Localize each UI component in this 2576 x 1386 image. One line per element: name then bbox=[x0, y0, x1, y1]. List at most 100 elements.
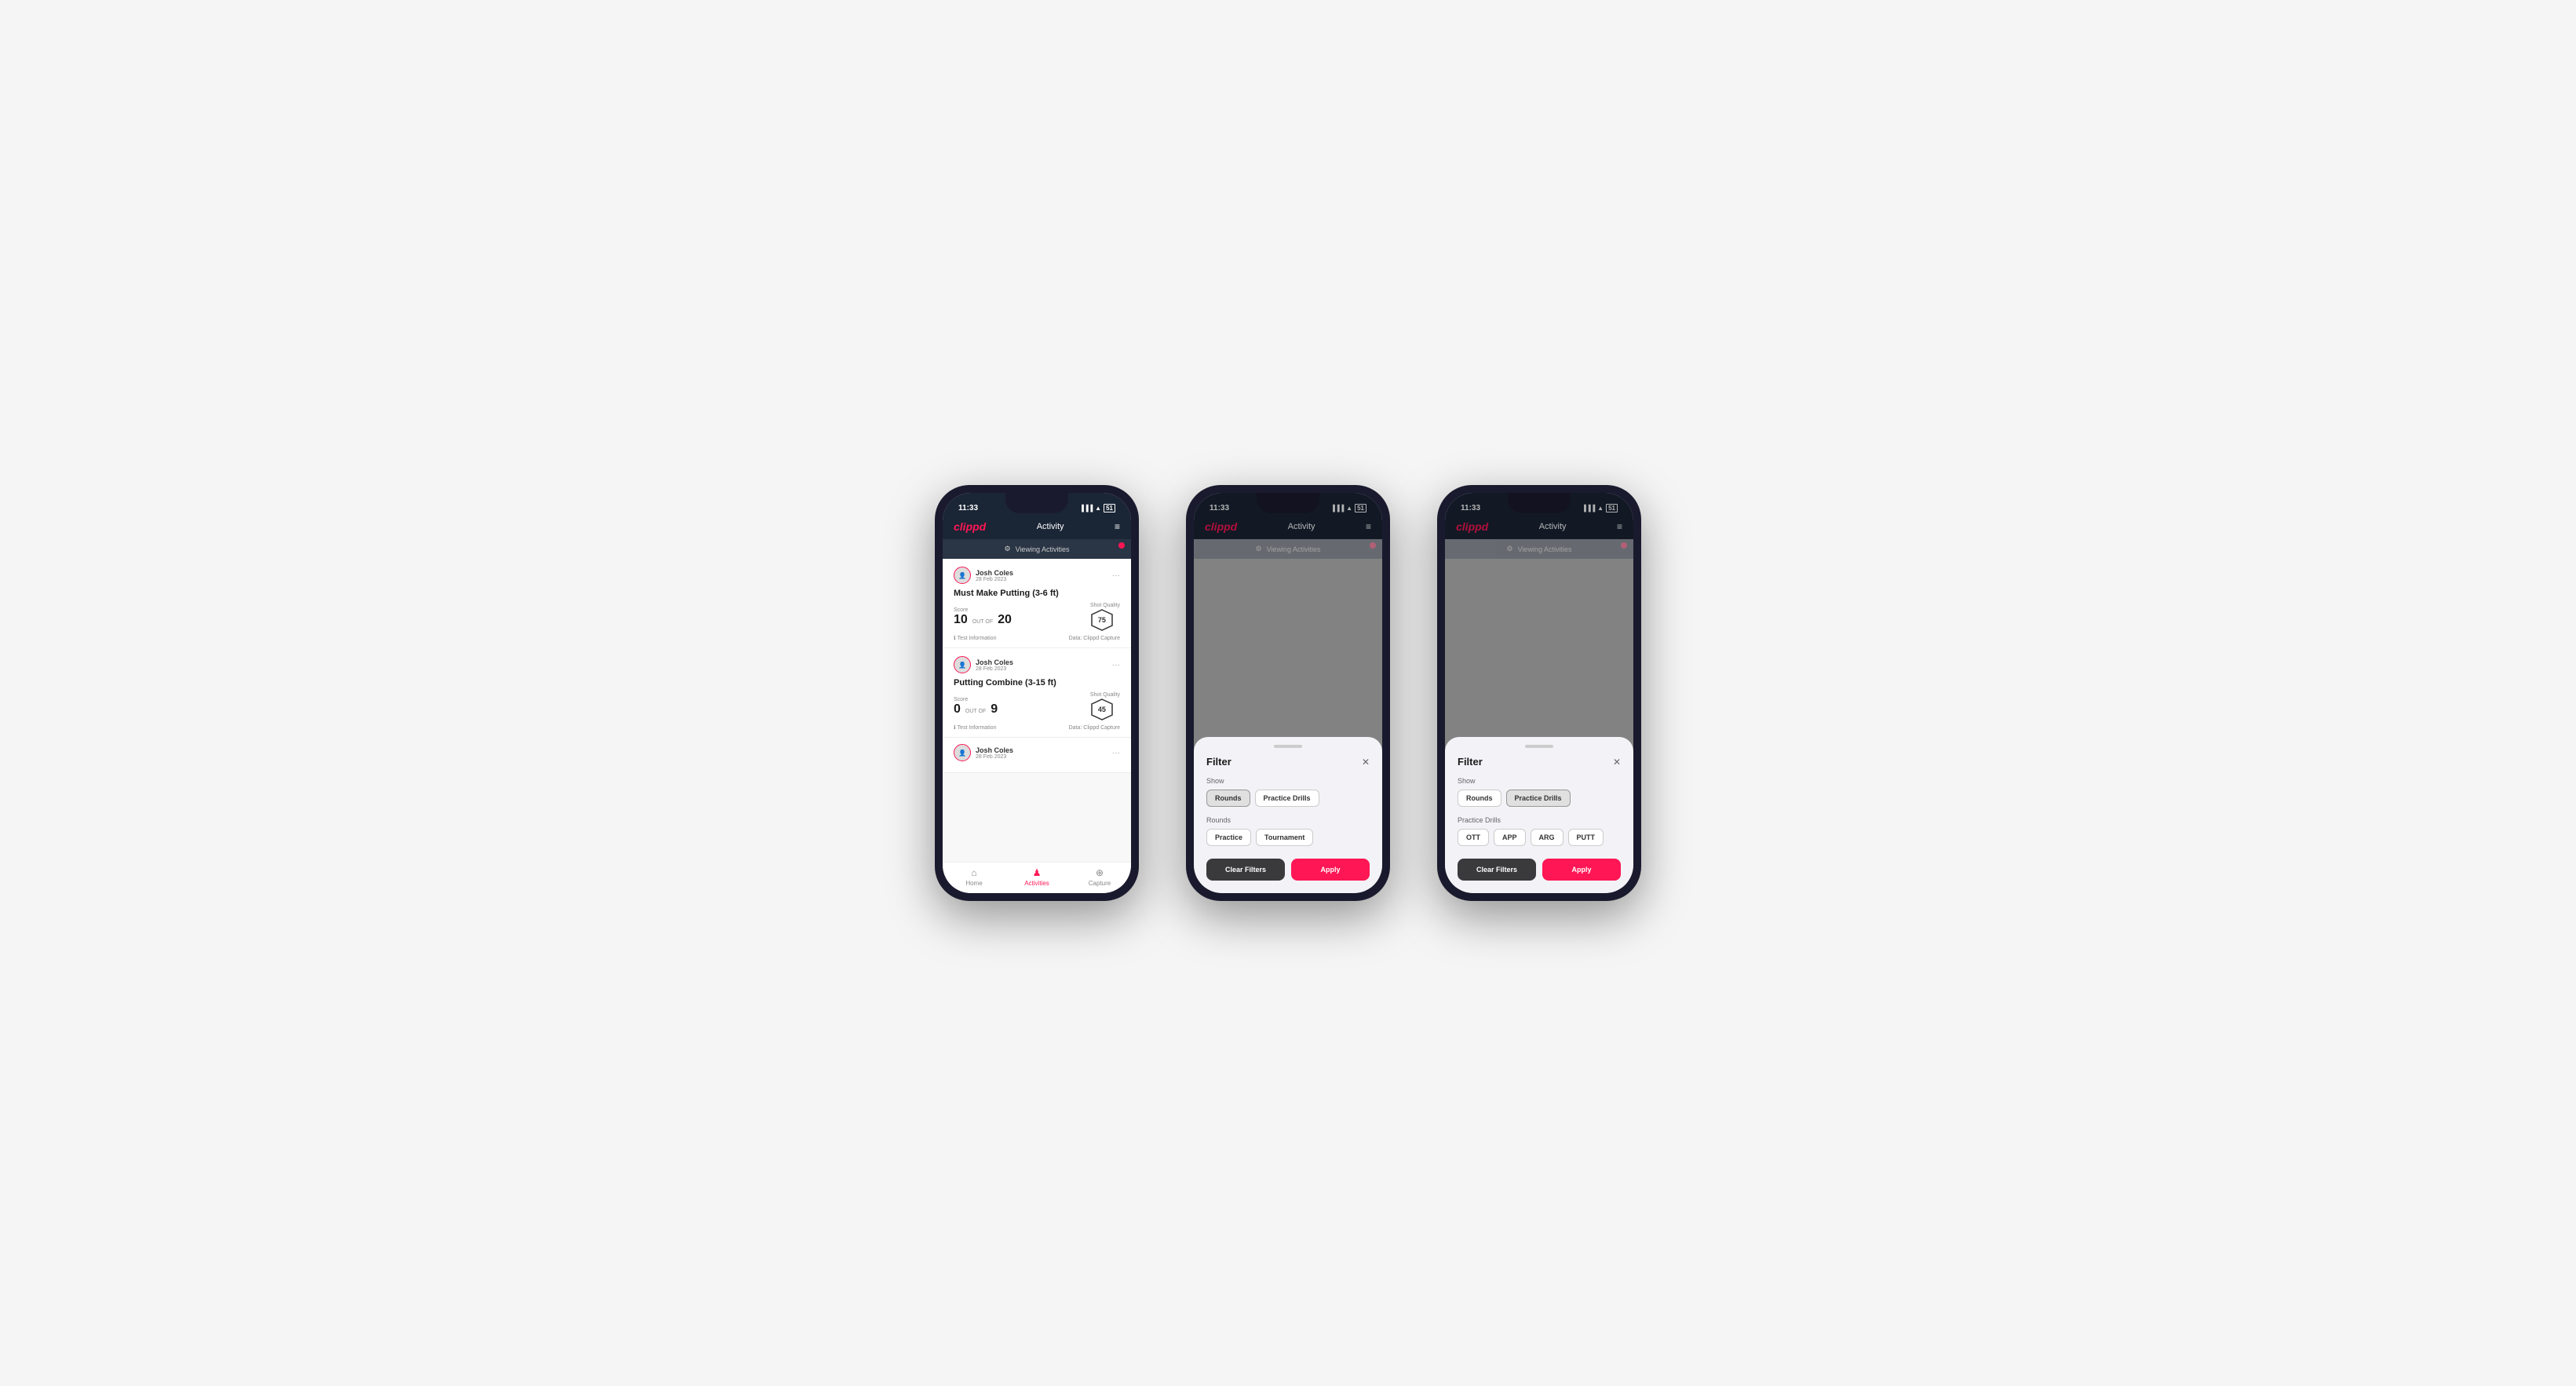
app-header-1: clippd Activity ≡ bbox=[943, 516, 1131, 539]
quality-label-2: Shot Quality bbox=[1090, 692, 1120, 698]
rounds-label-2: Rounds bbox=[1206, 816, 1370, 824]
user-info-2: 👤 Josh Coles 28 Feb 2023 bbox=[954, 656, 1013, 673]
activities-label-1: Activities bbox=[1024, 880, 1049, 887]
filter-title-3: Filter bbox=[1458, 756, 1483, 768]
user-info-1: 👤 Josh Coles 28 Feb 2023 bbox=[954, 567, 1013, 584]
tournament-btn-2[interactable]: Tournament bbox=[1256, 829, 1313, 846]
activity-card-1: 👤 Josh Coles 28 Feb 2023 ··· Must Make P… bbox=[943, 559, 1131, 648]
phone-3: 11:33 ▐▐▐ ▲ 51 clippd Activity ≡ ⚙ Viewi… bbox=[1437, 485, 1641, 901]
avatar-2: 👤 bbox=[954, 656, 971, 673]
close-filter-3[interactable]: ✕ bbox=[1613, 757, 1621, 768]
home-label-1: Home bbox=[965, 880, 982, 887]
clear-filters-btn-3[interactable]: Clear Filters bbox=[1458, 859, 1536, 881]
user-date-2: 28 Feb 2023 bbox=[976, 666, 1013, 672]
nav-home-1[interactable]: ⌂ Home bbox=[943, 867, 1005, 887]
drills-buttons-3: OTT APP ARG PUTT bbox=[1458, 829, 1621, 846]
user-name-1: Josh Coles bbox=[976, 569, 1013, 577]
show-label-2: Show bbox=[1206, 777, 1370, 785]
status-icons-1: ▐▐▐ ▲ 51 bbox=[1079, 504, 1115, 512]
apply-btn-3[interactable]: Apply bbox=[1542, 859, 1621, 881]
sheet-actions-3: Clear Filters Apply bbox=[1458, 859, 1621, 881]
content-1: 👤 Josh Coles 28 Feb 2023 ··· Must Make P… bbox=[943, 559, 1131, 862]
viewing-bar-1[interactable]: ⚙ Viewing Activities bbox=[943, 539, 1131, 559]
viewing-label-1: Viewing Activities bbox=[1016, 545, 1070, 553]
show-label-3: Show bbox=[1458, 777, 1621, 785]
activity-card-3-partial: 👤 Josh Coles 28 Feb 2023 ··· bbox=[943, 738, 1131, 773]
close-filter-2[interactable]: ✕ bbox=[1362, 757, 1370, 768]
logo-1: clippd bbox=[954, 520, 986, 533]
score-label-1: Score bbox=[954, 607, 1012, 613]
status-bar-1: 11:33 ▐▐▐ ▲ 51 bbox=[943, 493, 1131, 516]
activity-title-1: Must Make Putting (3-6 ft) bbox=[954, 589, 1120, 598]
more-icon-1[interactable]: ··· bbox=[1112, 571, 1120, 580]
clear-filters-btn-2[interactable]: Clear Filters bbox=[1206, 859, 1285, 881]
home-icon-1: ⌂ bbox=[971, 867, 976, 878]
filter-overlay-2: Filter ✕ Show Rounds Practice Drills Rou… bbox=[1194, 493, 1382, 893]
user-date-1: 28 Feb 2023 bbox=[976, 577, 1013, 582]
sheet-actions-2: Clear Filters Apply bbox=[1206, 859, 1370, 881]
sheet-header-3: Filter ✕ bbox=[1458, 756, 1621, 768]
more-icon-3[interactable]: ··· bbox=[1112, 749, 1120, 757]
show-buttons-2: Rounds Practice Drills bbox=[1206, 790, 1370, 807]
quality-label-1: Shot Quality bbox=[1090, 603, 1120, 608]
wifi-icon: ▲ bbox=[1095, 505, 1101, 512]
user-date-3: 28 Feb 2023 bbox=[976, 754, 1013, 760]
outof-value-1: 20 bbox=[998, 613, 1012, 627]
practice-drills-label-3: Practice Drills bbox=[1458, 816, 1621, 824]
putt-btn-3[interactable]: PUTT bbox=[1568, 829, 1604, 846]
app-btn-3[interactable]: APP bbox=[1494, 829, 1526, 846]
score-label-2: Score bbox=[954, 697, 998, 702]
more-icon-2[interactable]: ··· bbox=[1112, 661, 1120, 669]
sheet-header-2: Filter ✕ bbox=[1206, 756, 1370, 768]
filter-sheet-3: Filter ✕ Show Rounds Practice Drills Pra… bbox=[1445, 737, 1633, 893]
signal-icon: ▐▐▐ bbox=[1079, 505, 1093, 512]
avatar-3: 👤 bbox=[954, 744, 971, 761]
outof-value-2: 9 bbox=[991, 702, 998, 717]
user-name-3: Josh Coles bbox=[976, 746, 1013, 754]
filter-icon-1: ⚙ bbox=[1005, 545, 1011, 553]
rounds-show-btn-3[interactable]: Rounds bbox=[1458, 790, 1501, 807]
avatar-1: 👤 bbox=[954, 567, 971, 584]
test-info-2: ℹ Test Information bbox=[954, 724, 996, 731]
scene: 11:33 ▐▐▐ ▲ 51 clippd Activity ≡ ⚙ Viewi… bbox=[888, 438, 1688, 948]
activity-title-2: Putting Combine (3-15 ft) bbox=[954, 678, 1120, 688]
show-buttons-3: Rounds Practice Drills bbox=[1458, 790, 1621, 807]
score-value-1: 10 bbox=[954, 613, 968, 627]
data-source-1: Data: Clippd Capture bbox=[1069, 636, 1120, 641]
quality-badge-1: 75 bbox=[1090, 608, 1114, 632]
ott-btn-3[interactable]: OTT bbox=[1458, 829, 1489, 846]
capture-icon-1: ⊕ bbox=[1096, 867, 1104, 878]
header-title-1: Activity bbox=[1037, 522, 1064, 531]
filter-overlay-3: Filter ✕ Show Rounds Practice Drills Pra… bbox=[1445, 493, 1633, 893]
data-source-2: Data: Clippd Capture bbox=[1069, 725, 1120, 731]
quality-badge-2: 45 bbox=[1090, 698, 1114, 721]
notification-dot-1 bbox=[1118, 542, 1125, 549]
filter-sheet-2: Filter ✕ Show Rounds Practice Drills Rou… bbox=[1194, 737, 1382, 893]
rounds-show-btn-2[interactable]: Rounds bbox=[1206, 790, 1250, 807]
phone-1: 11:33 ▐▐▐ ▲ 51 clippd Activity ≡ ⚙ Viewi… bbox=[935, 485, 1139, 901]
battery-icon: 51 bbox=[1104, 504, 1115, 512]
score-value-2: 0 bbox=[954, 702, 961, 717]
nav-activities-1[interactable]: ♟ Activities bbox=[1005, 867, 1068, 887]
practice-drills-show-btn-3[interactable]: Practice Drills bbox=[1506, 790, 1571, 807]
rounds-buttons-2: Practice Tournament bbox=[1206, 829, 1370, 846]
sheet-handle-3 bbox=[1525, 745, 1553, 748]
nav-capture-1[interactable]: ⊕ Capture bbox=[1068, 867, 1131, 887]
menu-icon-1[interactable]: ≡ bbox=[1115, 521, 1120, 532]
outof-label-1: OUT OF bbox=[972, 619, 993, 625]
arg-btn-3[interactable]: ARG bbox=[1531, 829, 1563, 846]
sheet-handle-2 bbox=[1274, 745, 1302, 748]
capture-label-1: Capture bbox=[1089, 880, 1111, 887]
practice-btn-2[interactable]: Practice bbox=[1206, 829, 1251, 846]
status-time-1: 11:33 bbox=[958, 504, 978, 512]
user-name-2: Josh Coles bbox=[976, 658, 1013, 666]
filter-title-2: Filter bbox=[1206, 756, 1231, 768]
bottom-nav-1: ⌂ Home ♟ Activities ⊕ Capture bbox=[943, 862, 1131, 893]
activity-card-2: 👤 Josh Coles 28 Feb 2023 ··· Putting Com… bbox=[943, 648, 1131, 738]
outof-label-2: OUT OF bbox=[965, 709, 986, 714]
phone-2: 11:33 ▐▐▐ ▲ 51 clippd Activity ≡ ⚙ Viewi… bbox=[1186, 485, 1390, 901]
practice-drills-show-btn-2[interactable]: Practice Drills bbox=[1255, 790, 1319, 807]
apply-btn-2[interactable]: Apply bbox=[1291, 859, 1370, 881]
test-info-1: ℹ Test Information bbox=[954, 635, 996, 641]
activities-icon-1: ♟ bbox=[1033, 867, 1042, 878]
